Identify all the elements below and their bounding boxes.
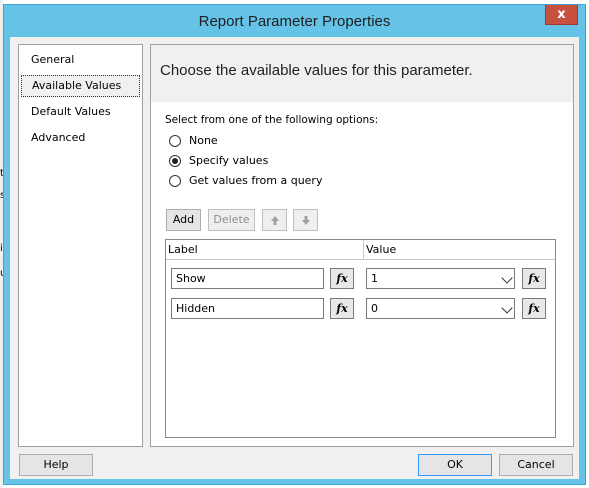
label-expression-button[interactable]: fx — [330, 268, 354, 289]
value-text: 1 — [371, 272, 378, 285]
close-button[interactable]: x — [545, 5, 578, 25]
dialog-body: General Available Values Default Values … — [10, 37, 579, 479]
nav-item-default-values[interactable]: Default Values — [21, 101, 140, 123]
chevron-down-icon[interactable] — [501, 302, 513, 314]
radio-button-icon[interactable] — [169, 175, 181, 187]
nav-item-available-values[interactable]: Available Values — [21, 75, 140, 97]
dialog-window: Report Parameter Properties x General Av… — [3, 4, 586, 485]
chevron-down-icon[interactable] — [501, 272, 513, 284]
column-header-value: Value — [364, 240, 555, 260]
column-header-label: Label — [166, 240, 364, 260]
values-grid: Label Value Show fx 1 fx Hidden fx 0 fx — [165, 239, 556, 438]
radio-button-selected-icon[interactable] — [169, 155, 181, 167]
radio-button-icon[interactable] — [169, 135, 181, 147]
nav-item-general[interactable]: General — [21, 49, 140, 71]
cancel-button[interactable]: Cancel — [499, 454, 573, 476]
value-combobox[interactable]: 0 — [366, 298, 515, 319]
available-values-panel: Choose the available values for this par… — [150, 44, 574, 447]
value-expression-button[interactable]: fx — [522, 268, 546, 289]
help-button[interactable]: Help — [19, 454, 93, 476]
label-input[interactable]: Show — [171, 268, 324, 289]
nav-item-advanced[interactable]: Advanced — [21, 127, 140, 149]
label-input[interactable]: Hidden — [171, 298, 324, 319]
panel-heading: Choose the available values for this par… — [151, 45, 573, 102]
down-arrow-icon — [302, 216, 310, 225]
add-button[interactable]: Add — [166, 209, 201, 231]
delete-button[interactable]: Delete — [208, 209, 255, 231]
move-down-button[interactable] — [293, 209, 318, 231]
move-up-button[interactable] — [262, 209, 287, 231]
page-title: Choose the available values for this par… — [160, 62, 473, 79]
ok-button[interactable]: OK — [418, 454, 492, 476]
value-text: 0 — [371, 302, 378, 315]
title-bar[interactable]: Report Parameter Properties x — [4, 5, 585, 37]
radio-label: Specify values — [189, 154, 269, 167]
window-title: Report Parameter Properties — [198, 13, 391, 30]
label-expression-button[interactable]: fx — [330, 298, 354, 319]
options-label: Select from one of the following options… — [165, 114, 379, 126]
radio-label: None — [189, 134, 218, 147]
value-combobox[interactable]: 1 — [366, 268, 515, 289]
value-expression-button[interactable]: fx — [522, 298, 546, 319]
page-navigation: General Available Values Default Values … — [18, 44, 143, 447]
up-arrow-icon — [271, 216, 279, 225]
radio-label: Get values from a query — [189, 174, 323, 187]
